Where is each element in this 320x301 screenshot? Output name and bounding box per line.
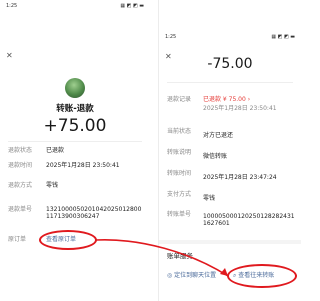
status-icons: ▦ ◩ ◩ ▬ (271, 34, 295, 40)
status-time: 1:25 (165, 34, 177, 40)
transfer-time-value: 2025年1月28日 23:47:24 (203, 174, 277, 181)
refund-status-label: 退款状态 (8, 147, 33, 154)
refund-record-label: 退款记录 (167, 96, 192, 103)
locate-chat-button[interactable]: ◎ 定位到聊天位置 (167, 272, 216, 279)
transfer-detail-screen: 1:25 ▦ ◩ ◩ ▬ ✕ -75.00 退款记录 已退款 ¥ 75.00 ›… (158, 0, 301, 301)
refund-status-value: 已退款 (46, 147, 65, 154)
transfer-amount: -75.00 (207, 56, 253, 72)
avatar (65, 78, 85, 98)
status-time: 1:25 (6, 3, 18, 9)
refund-amount: +75.00 (43, 116, 107, 136)
refund-record-link[interactable]: 已退款 ¥ 75.00 › (203, 96, 250, 103)
refund-method-label: 退款方式 (8, 182, 33, 189)
transfer-time-label: 转账时间 (167, 170, 192, 177)
payment-method-label: 支付方式 (167, 191, 192, 198)
section-divider (159, 240, 301, 244)
refund-method-value: 零钱 (46, 182, 59, 189)
refund-detail-screen: 1:25 ▦ ◩ ◩ ▬ ✕ 转账-退款 +75.00 退款状态 已退款 退款时… (0, 0, 150, 301)
refund-record-time: 2025年1月28日 23:50:41 (203, 105, 277, 112)
divider (8, 141, 142, 142)
bill-services-title: 账单服务 (167, 252, 193, 260)
status-icons: ▦ ◩ ◩ ▬ (120, 3, 144, 9)
page-title: 转账-退款 (56, 104, 94, 114)
refund-number-value: 1321000050201042025012800117139003062​47 (46, 206, 142, 220)
original-order-label: 原订单 (8, 236, 27, 243)
transfer-note-label: 转账说明 (167, 149, 192, 156)
transfer-number-label: 转账单号 (167, 211, 192, 218)
payment-method-value: 零钱 (203, 195, 216, 202)
divider (167, 82, 293, 83)
refund-time-label: 退款时间 (8, 162, 33, 169)
transfer-note-value: 微信转账 (203, 153, 228, 160)
close-icon[interactable]: ✕ (6, 52, 13, 60)
current-status-label: 当前状态 (167, 128, 192, 135)
locate-icon: ◎ (167, 272, 173, 279)
refund-time-value: 2025年1月28日 23:50:41 (46, 162, 120, 169)
transfer-number-value: 1000050001202501282824311627601 (203, 213, 295, 227)
current-status-value: 对方已退还 (203, 132, 234, 139)
highlight-circle (227, 264, 297, 288)
refund-number-label: 退款单号 (8, 206, 33, 213)
locate-chat-label: 定位到聊天位置 (174, 272, 217, 279)
highlight-circle (39, 230, 97, 250)
